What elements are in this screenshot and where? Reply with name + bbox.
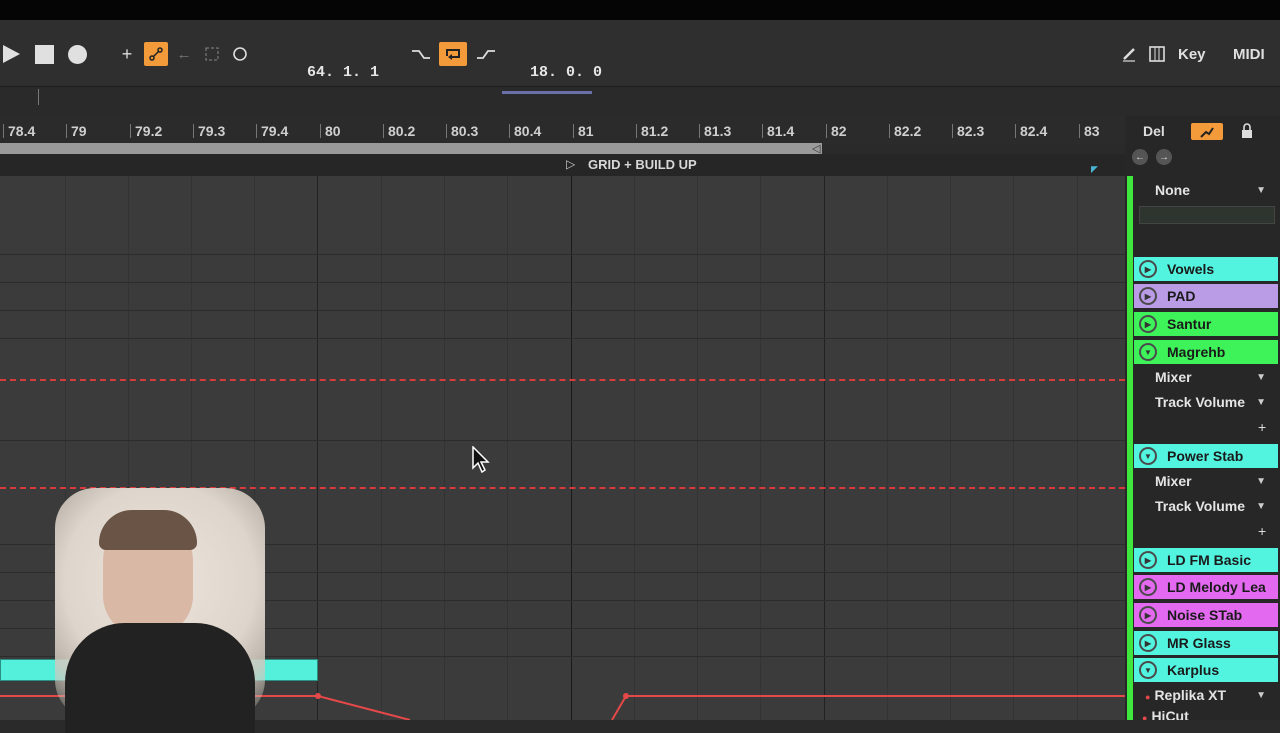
loop-brace[interactable] xyxy=(0,143,822,154)
play-icon[interactable]: ▶ xyxy=(1139,287,1157,305)
track-header-karplus[interactable]: ▼ Karplus xyxy=(1134,658,1278,682)
ruler-tick: 81.2 xyxy=(635,123,669,139)
delete-button[interactable]: Del xyxy=(1143,123,1165,139)
capture-icon[interactable] xyxy=(201,42,223,66)
ruler-tick: 79.4 xyxy=(255,123,289,139)
punch-in-icon[interactable] xyxy=(409,42,433,66)
stop-icon[interactable] xyxy=(35,45,54,64)
ruler-tick: 80.2 xyxy=(382,123,416,139)
track-header-ld-fm-basic[interactable]: ▶ LD FM Basic xyxy=(1134,548,1278,572)
play-icon[interactable]: ▶ xyxy=(1139,315,1157,333)
transport-bar: + ← 64. 1. 1 18. 0. 0 Key MIDI xyxy=(0,20,1280,86)
device-chooser-dropdown[interactable]: Mixer ▼ xyxy=(1140,470,1274,492)
overview-strip[interactable] xyxy=(0,86,1280,117)
track-header-pad[interactable]: ▶ PAD xyxy=(1134,284,1278,308)
loop-length[interactable]: 18. 0. 0 xyxy=(530,64,602,81)
ruler-tick: 80.3 xyxy=(445,123,479,139)
webcam-overlay xyxy=(55,488,265,733)
parameter-chooser-hicut[interactable]: ● HiCut xyxy=(1142,708,1189,720)
device-chooser-dropdown[interactable]: Mixer ▼ xyxy=(1140,366,1274,388)
add-lane-icon[interactable]: + xyxy=(1258,419,1266,435)
ruler-tick: 79.2 xyxy=(129,123,163,139)
automation-mode-icon[interactable] xyxy=(1191,123,1223,140)
play-icon[interactable]: ▶ xyxy=(1139,606,1157,624)
locator-lane[interactable]: ▷ GRID + BUILD UP ◤ xyxy=(0,154,1125,176)
locator-icon[interactable]: ▷ xyxy=(566,157,575,171)
ruler-tick: 81.3 xyxy=(698,123,732,139)
title-bar xyxy=(0,0,1280,20)
arrangement-position[interactable]: 64. 1. 1 xyxy=(307,64,379,81)
ruler-tick: 82.2 xyxy=(888,123,922,139)
ruler-tick: 83 xyxy=(1079,123,1100,139)
ruler-tick: 79.3 xyxy=(192,123,226,139)
ruler-tick: 80.4 xyxy=(508,123,542,139)
dropdown-caret-icon: ▼ xyxy=(1256,184,1266,196)
dropdown-caret-icon: ▼ xyxy=(1256,475,1266,487)
track-color-strip xyxy=(1127,176,1133,720)
ruler-tick: 82 xyxy=(826,123,847,139)
device-status-dot-icon: ● xyxy=(1142,713,1148,720)
dropdown-caret-icon: ▼ xyxy=(1256,689,1266,701)
track-header-power-stab[interactable]: ▼ Power Stab xyxy=(1134,444,1278,468)
loop-icon[interactable] xyxy=(439,42,467,66)
device-chooser-dropdown[interactable]: ● Replika XT ▼ xyxy=(1140,684,1274,706)
track-header-magrehb[interactable]: ▼ Magrehb xyxy=(1134,340,1278,364)
ruler-tick: 81.4 xyxy=(761,123,795,139)
end-marker: ◤ xyxy=(1091,164,1098,174)
fold-icon[interactable]: ▼ xyxy=(1139,661,1157,679)
punch-out-icon[interactable] xyxy=(474,42,498,66)
mouse-cursor-icon xyxy=(472,445,492,479)
track-header-mr-glass[interactable]: ▶ MR Glass xyxy=(1134,631,1278,655)
track-header-ld-melody-lead[interactable]: ▶ LD Melody Lea xyxy=(1134,575,1278,599)
parameter-chooser-dropdown[interactable]: Track Volume ▼ xyxy=(1140,495,1274,517)
person-hair xyxy=(99,510,197,550)
key-map-button[interactable]: Key xyxy=(1178,46,1206,63)
record-icon[interactable] xyxy=(68,45,87,64)
envelope-control-field[interactable] xyxy=(1139,206,1275,224)
fold-icon[interactable]: ▼ xyxy=(1139,447,1157,465)
ruler-tick: 82.4 xyxy=(1014,123,1048,139)
session-record-icon[interactable] xyxy=(229,42,251,66)
track-header-noise-stab[interactable]: ▶ Noise STab xyxy=(1134,603,1278,627)
add-lane-icon[interactable]: + xyxy=(1258,523,1266,539)
play-icon[interactable]: ▶ xyxy=(1139,551,1157,569)
midi-map-button[interactable]: MIDI xyxy=(1233,46,1265,63)
ruler-tick: 80 xyxy=(320,123,341,139)
ruler-tick: 79 xyxy=(66,123,87,139)
ruler-tick: 81 xyxy=(573,123,594,139)
device-status-dot-icon: ● xyxy=(1145,692,1151,702)
ruler-tick: 78.4 xyxy=(2,123,36,139)
dropdown-caret-icon: ▼ xyxy=(1256,396,1266,408)
automation-arm-icon[interactable] xyxy=(144,42,168,66)
parameter-chooser-dropdown[interactable]: Track Volume ▼ xyxy=(1140,391,1274,413)
track-header-vowels[interactable]: ▶ Vowels xyxy=(1134,257,1278,281)
lock-icon[interactable] xyxy=(1239,123,1255,139)
keyboard-icon[interactable] xyxy=(1146,42,1168,66)
dropdown-caret-icon: ▼ xyxy=(1256,371,1266,383)
dropdown-caret-icon: ▼ xyxy=(1256,500,1266,512)
arrow-right-icon[interactable]: → xyxy=(1156,149,1172,165)
back-to-arrangement-icon[interactable]: ← xyxy=(173,42,195,66)
clip-envelope-dropdown[interactable]: None ▼ xyxy=(1140,179,1274,201)
ruler-tick: 82.3 xyxy=(951,123,985,139)
fold-icon[interactable]: ▼ xyxy=(1139,343,1157,361)
person-body xyxy=(65,623,255,733)
play-icon[interactable] xyxy=(0,42,22,66)
overview-marker xyxy=(502,91,592,94)
locator-label[interactable]: GRID + BUILD UP xyxy=(588,157,697,172)
play-icon[interactable]: ▶ xyxy=(1139,260,1157,278)
play-icon[interactable]: ▶ xyxy=(1139,634,1157,652)
play-icon[interactable]: ▶ xyxy=(1139,578,1157,596)
track-header-santur[interactable]: ▶ Santur xyxy=(1134,312,1278,336)
arrow-left-icon[interactable]: ← xyxy=(1132,149,1148,165)
add-icon[interactable]: + xyxy=(117,42,137,66)
draw-mode-icon[interactable] xyxy=(1118,42,1140,66)
overview-playhead xyxy=(38,89,39,105)
